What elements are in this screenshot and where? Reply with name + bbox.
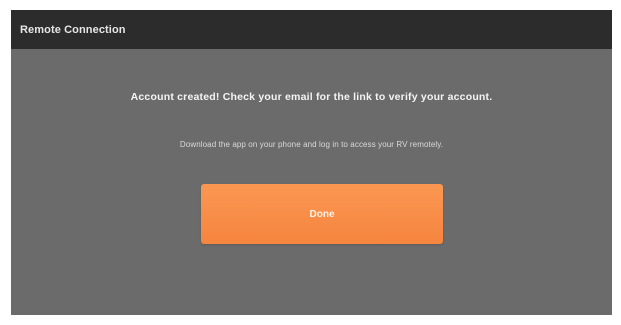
confirmation-headline: Account created! Check your email for th… — [130, 91, 493, 103]
dialog-header: Remote Connection — [11, 10, 612, 49]
dialog-content: Account created! Check your email for th… — [11, 49, 612, 315]
remote-connection-dialog: Remote Connection Account created! Check… — [11, 10, 612, 315]
done-button[interactable]: Done — [201, 184, 443, 244]
instruction-text: Download the app on your phone and log i… — [179, 140, 444, 149]
dialog-title: Remote Connection — [20, 23, 126, 36]
